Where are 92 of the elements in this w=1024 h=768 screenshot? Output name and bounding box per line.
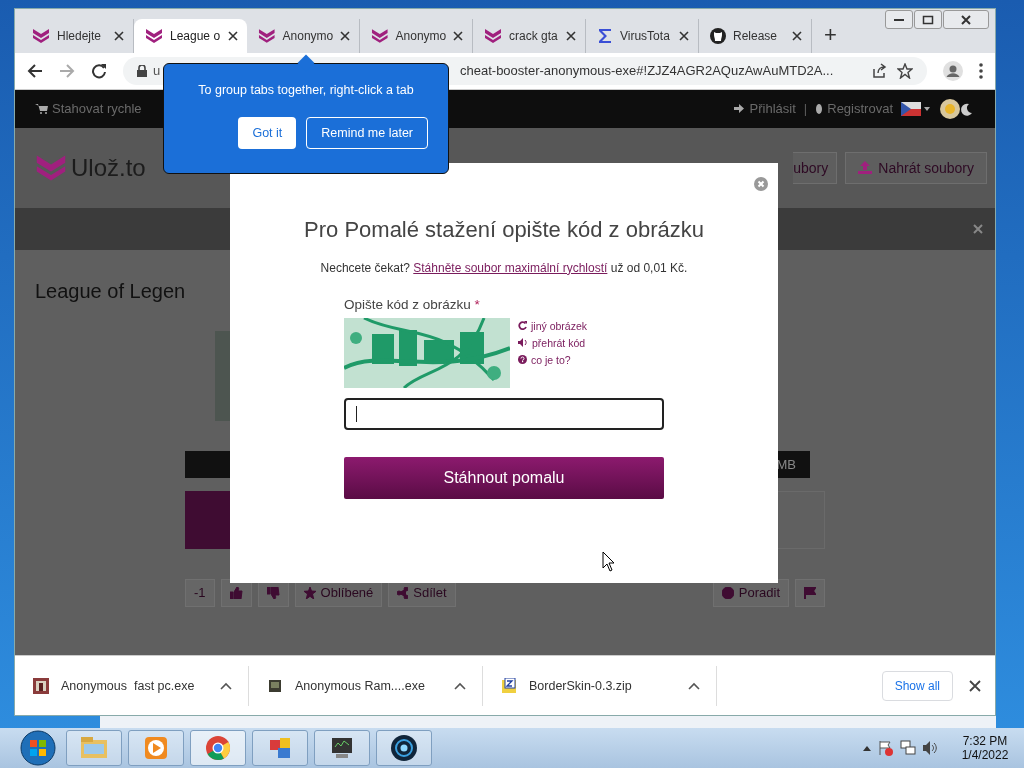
file-title: League of Legen [35, 279, 186, 303]
browser-tab[interactable]: League o [134, 18, 247, 53]
start-button[interactable] [20, 730, 56, 766]
close-icon[interactable] [566, 30, 576, 41]
minimize-button[interactable] [885, 10, 913, 29]
captcha-label: Opište kód z obrázku [344, 296, 471, 312]
browser-tab[interactable]: VirusTota [586, 18, 699, 53]
refresh-icon [518, 321, 527, 331]
close-icon [960, 14, 972, 25]
speaker-icon [518, 338, 528, 348]
star-icon [303, 586, 316, 599]
captcha-link[interactable]: co je to? [518, 353, 588, 366]
login-link[interactable]: Přihlásit [733, 101, 796, 117]
taskbar-squares-icon[interactable] [252, 730, 308, 766]
share-icon[interactable] [871, 62, 887, 79]
chevron-logo-icon [145, 27, 163, 44]
clock-date: 1/4/2022 [961, 748, 1009, 762]
cart-icon [35, 103, 48, 115]
action-center-flag-icon[interactable] [878, 740, 894, 756]
close-icon[interactable] [969, 679, 981, 692]
chevron-up-icon[interactable] [454, 681, 466, 690]
thumbs-up-icon [229, 586, 243, 599]
fast-download-link[interactable]: Stáhněte soubor maximální rychlostí [413, 260, 608, 275]
lock-icon [137, 64, 147, 77]
separator-text: | [803, 101, 808, 117]
close-icon[interactable] [792, 30, 802, 41]
file-size: MB [776, 456, 796, 472]
archive-icon [501, 677, 517, 694]
close-button[interactable] [943, 10, 989, 29]
download-item[interactable]: Anonymous Ram....exe [249, 665, 483, 706]
chevron-up-icon[interactable] [688, 681, 700, 690]
close-icon[interactable] [114, 30, 124, 41]
theme-toggle-icon[interactable] [939, 97, 975, 120]
close-icon[interactable] [679, 30, 689, 41]
dialog-title: Pro Pomalé stažení opište kód z obrázku [303, 216, 705, 243]
taskbar-monitor-icon[interactable] [314, 730, 370, 766]
browser-tab[interactable]: Release [699, 18, 812, 53]
taskbar-browser-icon[interactable] [190, 730, 246, 766]
mouse-cursor-icon [602, 550, 616, 573]
person-icon [815, 102, 824, 115]
volume-icon[interactable] [922, 740, 938, 756]
close-icon[interactable] [453, 30, 463, 41]
app-icon [33, 677, 49, 694]
report-button[interactable] [795, 578, 825, 607]
taskbar-media-player-icon[interactable] [128, 730, 184, 766]
profile-icon[interactable] [943, 60, 963, 81]
remind-later-button[interactable]: Remind me later [306, 117, 428, 149]
close-icon[interactable] [228, 30, 238, 41]
download-item[interactable]: Anonymous fast pc.exe [15, 665, 249, 706]
sign-in-icon [733, 103, 746, 115]
got-it-button[interactable]: Got it [238, 117, 297, 149]
close-icon[interactable] [340, 30, 350, 41]
slow-download-button[interactable]: Stáhnout pomalu [344, 456, 664, 499]
chevron-logo-icon [371, 27, 389, 44]
clock-time: 7:32 PM [962, 734, 1008, 748]
browser-tab[interactable]: Anonymo [360, 18, 473, 53]
captcha-link[interactable]: jiný obrázek [518, 319, 588, 332]
new-tab-button[interactable]: + [824, 20, 837, 49]
promo-text: už od 0,01 Kč. [610, 260, 688, 275]
browser-tab[interactable]: Anonymo [247, 18, 360, 53]
show-all-button[interactable]: Show all [881, 670, 953, 701]
fast-download-link[interactable]: Stahovat rychle [35, 101, 142, 117]
tray-arrow-icon[interactable] [862, 744, 872, 752]
rating-count: -1 [185, 578, 215, 607]
menu-icon[interactable] [979, 62, 983, 79]
share-icon [397, 586, 409, 599]
network-icon[interactable] [900, 740, 916, 756]
register-link[interactable]: Registrovat [815, 101, 893, 117]
tip-text: To group tabs together, right-click a tab [197, 83, 415, 97]
upload-icon [858, 161, 873, 175]
chevron-logo-icon [32, 27, 50, 44]
download-item[interactable]: BorderSkin-0.3.zip [483, 665, 717, 706]
reload-icon[interactable] [91, 62, 107, 79]
star-icon[interactable] [897, 62, 913, 79]
chevron-logo-icon [258, 27, 276, 44]
browser-tab[interactable]: crack gta [473, 18, 586, 53]
sigma-icon [597, 27, 613, 44]
flag-icon[interactable] [901, 101, 931, 116]
flag-icon [804, 586, 816, 599]
required-mark: * [474, 296, 480, 312]
chevron-up-icon[interactable] [220, 681, 232, 690]
captcha-input[interactable] [344, 397, 664, 430]
maximize-icon [922, 14, 934, 25]
promo-text: Nechcete čekat? [320, 260, 410, 275]
captcha-link[interactable]: přehrát kód [518, 336, 588, 349]
maximize-button[interactable] [914, 10, 942, 29]
chevron-logo-icon [484, 27, 502, 44]
back-arrow-icon[interactable] [27, 62, 43, 79]
minimize-icon [894, 18, 904, 21]
taskbar-circle-app-icon[interactable] [376, 730, 432, 766]
thumbs-down-icon [266, 586, 280, 599]
chip-icon [267, 677, 283, 694]
